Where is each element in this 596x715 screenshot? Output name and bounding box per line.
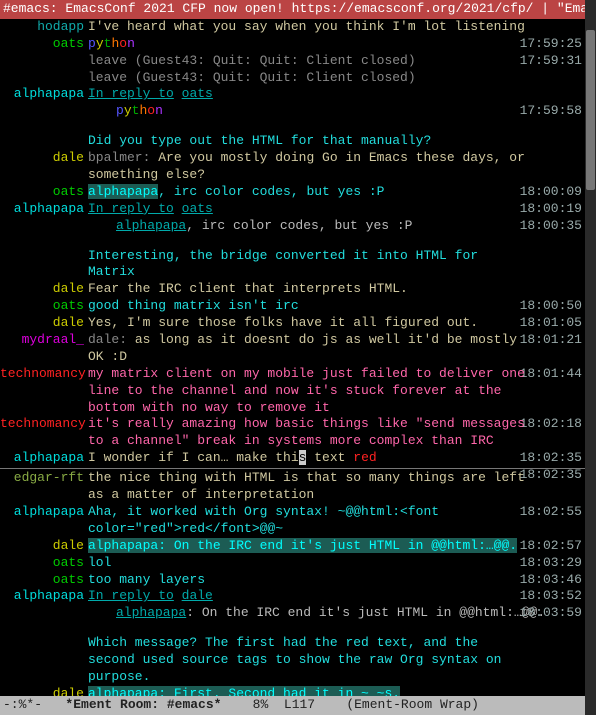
message-row: mydraal_dale: as long as it doesnt do js… <box>0 332 596 366</box>
message-text: Aha, it worked with Org syntax! ~@@html:… <box>88 504 596 538</box>
message-text: alphapapa: On the IRC end it's just HTML… <box>88 538 596 555</box>
nick: alphapapa <box>0 588 88 605</box>
system-message: leave (Guest43: Quit: Quit: Client close… <box>0 70 596 87</box>
message-row: alphapapaIn reply to dale18:03:59 <box>0 588 596 605</box>
nick: oats <box>0 184 88 201</box>
message-text: lol <box>88 555 596 572</box>
message-row: Which message? The first had the red tex… <box>0 635 596 686</box>
message-row: daleYes, I'm sure those folks have it al… <box>0 315 596 332</box>
nick: oats <box>0 298 88 315</box>
message-text: In reply to oats <box>88 86 596 103</box>
message-text: alphapapa, irc color codes, but yes :P <box>88 184 596 201</box>
nick: dale <box>0 150 88 167</box>
blank-line <box>0 235 596 248</box>
nick: alphapapa <box>0 450 88 467</box>
message-text: python <box>88 36 596 53</box>
message-text: In reply to oats <box>88 201 596 218</box>
modeline-status: -:%*- <box>3 697 42 714</box>
message-text: dale: as long as it doesnt do js as well… <box>88 332 596 366</box>
quoted-reply: alphapapa, irc color codes, but yes :P <box>0 218 596 235</box>
message-row: edgar-rftthe nice thing with HTML is tha… <box>0 470 596 504</box>
message-text: In reply to dale <box>88 588 596 605</box>
message-row: alphapapaIn reply to oats17:59:58 <box>0 86 596 103</box>
message-row: alphapapaAha, it worked with Org syntax!… <box>0 504 596 538</box>
message-text: good thing matrix isn't irc <box>88 298 596 315</box>
message-row: oatsalphapapa, irc color codes, but yes … <box>0 184 596 201</box>
modeline-buffer: *Ement Room: #emacs* <box>65 697 221 714</box>
nick: oats <box>0 555 88 572</box>
message-text: it's really amazing how basic things lik… <box>88 416 596 450</box>
message-row: Interesting, the bridge converted it int… <box>0 248 596 282</box>
mode-line: -:%*- *Ement Room: #emacs* 8% L117 (Emen… <box>0 696 585 715</box>
timestamp: 17:59:58 <box>520 103 582 120</box>
message-text: Did you type out the HTML for that manua… <box>88 133 596 150</box>
nick: alphapapa <box>0 504 88 521</box>
message-row: technomancymy matrix client on my mobile… <box>0 366 596 417</box>
message-text: too many layers <box>88 572 596 589</box>
timestamp: 18:03:59 <box>520 605 582 622</box>
message-text: Which message? The first had the red tex… <box>88 635 596 686</box>
timestamp: 18:00:35 <box>520 218 582 235</box>
message-text: Interesting, the bridge converted it int… <box>88 248 596 282</box>
channel-topic-bar: #emacs: EmacsConf 2021 CFP now open! htt… <box>0 0 596 19</box>
message-text: my matrix client on my mobile just faile… <box>88 366 596 417</box>
nick: technomancy <box>0 366 88 383</box>
message-row: dalealphapapa: On the IRC end it's just … <box>0 538 596 555</box>
quoted-reply: alphapapa: On the IRC end it's just HTML… <box>0 605 596 622</box>
message-text: bpalmer: Are you mostly doing Go in Emac… <box>88 150 596 184</box>
emacs-frame: { "titlebar": "#emacs: EmacsConf 2021 CF… <box>0 0 596 715</box>
system-message: leave (Guest43: Quit: Quit: Client close… <box>0 53 596 70</box>
message-row: oatstoo many layers18:03:52 <box>0 572 596 589</box>
message-text: I wonder if I can… make this text red <box>88 450 596 467</box>
nick: technomancy <box>0 416 88 433</box>
message-row: technomancyit's really amazing how basic… <box>0 416 596 450</box>
message-row: Did you type out the HTML for that manua… <box>0 133 596 150</box>
nick: dale <box>0 281 88 298</box>
quoted-reply: python <box>0 103 596 120</box>
nick: oats <box>0 36 88 53</box>
nick: dale <box>0 538 88 555</box>
message-row: oatspython17:59:31 <box>0 36 596 53</box>
scrollbar-thumb[interactable] <box>586 30 595 190</box>
message-row: oatsgood thing matrix isn't irc18:01:05 <box>0 298 596 315</box>
message-text: the nice thing with HTML is that so many… <box>88 470 596 504</box>
nick: hodapp <box>0 19 88 36</box>
nick: alphapapa <box>0 86 88 103</box>
nick: dale <box>0 315 88 332</box>
nick: edgar-rft <box>0 470 88 487</box>
message-text: I've heard what you say when you think I… <box>88 19 596 36</box>
blank-line <box>0 120 596 133</box>
message-row: hodappI've heard what you say when you t… <box>0 19 596 36</box>
message-text: Yes, I'm sure those folks have it all fi… <box>88 315 596 332</box>
modeline-line: L117 <box>284 697 315 714</box>
nick: alphapapa <box>0 201 88 218</box>
separator-rule <box>0 468 596 469</box>
message-row: daleFear the IRC client that interprets … <box>0 281 596 298</box>
message-row: alphapapaI wonder if I can… make this te… <box>0 450 596 467</box>
timestamp: 17:59:31 <box>520 53 582 70</box>
message-row: oatslol18:03:46 <box>0 555 596 572</box>
blank-line <box>0 622 596 635</box>
message-text: Fear the IRC client that interprets HTML… <box>88 281 596 298</box>
modeline-pct: 8% <box>253 697 269 714</box>
message-row: dalebpalmer: Are you mostly doing Go in … <box>0 150 596 184</box>
message-row: alphapapaIn reply to oats18:00:35 <box>0 201 596 218</box>
message-log[interactable]: hodappI've heard what you say when you t… <box>0 19 596 703</box>
scrollbar-track[interactable] <box>585 0 596 715</box>
nick: mydraal_ <box>0 332 88 349</box>
modeline-mode: (Ement-Room Wrap) <box>346 697 479 714</box>
nick: oats <box>0 572 88 589</box>
